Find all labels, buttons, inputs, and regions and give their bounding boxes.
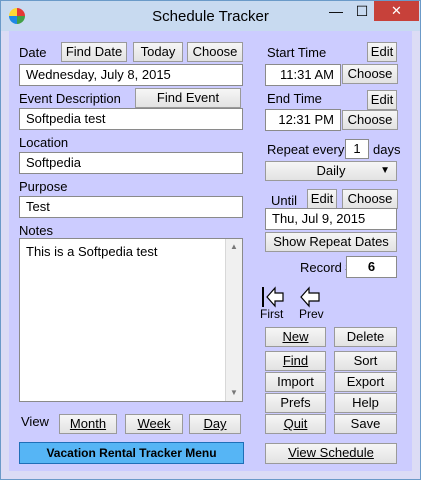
scroll-down-icon[interactable]: ▼ xyxy=(226,385,242,401)
end-time-field[interactable]: 12:31 PM xyxy=(265,109,341,131)
record-number-label: Record # xyxy=(300,260,353,275)
end-time-choose-button[interactable]: Choose xyxy=(342,110,398,130)
until-choose-button[interactable]: Choose xyxy=(342,189,398,209)
location-field[interactable]: Softpedia xyxy=(19,152,243,174)
repeat-unit-label: days xyxy=(373,142,401,157)
chevron-down-icon: ▼ xyxy=(380,165,390,176)
first-label: First xyxy=(260,307,284,321)
minimize-button[interactable]: — xyxy=(323,1,349,21)
close-button[interactable]: ✕ xyxy=(374,1,419,21)
event-description-field[interactable]: Softpedia test xyxy=(19,108,243,130)
start-time-choose-button[interactable]: Choose xyxy=(342,64,398,84)
first-arrow-icon xyxy=(262,286,284,308)
today-button[interactable]: Today xyxy=(133,42,183,62)
record-number-field: 6 xyxy=(346,256,397,278)
purpose-field[interactable]: Test xyxy=(19,196,243,218)
show-repeat-dates-button[interactable]: Show Repeat Dates xyxy=(265,232,397,252)
date-choose-button[interactable]: Choose xyxy=(187,42,243,62)
prev-record-button[interactable] xyxy=(299,285,321,309)
import-button[interactable]: Import xyxy=(265,372,326,392)
scroll-up-icon[interactable]: ▲ xyxy=(226,239,242,255)
find-event-button[interactable]: Find Event xyxy=(135,88,241,108)
sort-button[interactable]: Sort xyxy=(334,351,397,371)
new-button[interactable]: New xyxy=(265,327,326,347)
prev-arrow-icon xyxy=(300,286,320,308)
find-button[interactable]: Find xyxy=(265,351,326,371)
view-schedule-button[interactable]: View Schedule xyxy=(265,443,397,464)
prefs-button[interactable]: Prefs xyxy=(265,393,326,413)
repeat-frequency-select[interactable]: Daily ▼ xyxy=(265,161,397,181)
notes-scrollbar[interactable]: ▲ ▼ xyxy=(225,239,242,401)
repeat-every-label: Repeat every xyxy=(267,142,345,157)
event-description-label: Event Description xyxy=(19,91,121,106)
notes-text: This is a Softpedia test xyxy=(26,244,158,259)
until-edit-button[interactable]: Edit xyxy=(307,189,337,209)
repeat-frequency-value: Daily xyxy=(316,163,346,178)
find-date-button[interactable]: Find Date xyxy=(61,42,127,62)
location-label: Location xyxy=(19,135,69,150)
until-label: Until xyxy=(271,193,298,208)
view-label: View xyxy=(21,414,49,429)
end-time-label: End Time xyxy=(267,91,322,106)
vacation-rental-tracker-menu-button[interactable]: Vacation Rental Tracker Menu xyxy=(19,442,244,464)
start-time-label: Start Time xyxy=(267,45,327,60)
first-record-button[interactable] xyxy=(261,285,285,309)
date-label: Date xyxy=(19,45,47,60)
title-bar: Schedule Tracker — ☐ ✕ xyxy=(1,1,420,31)
quit-button[interactable]: Quit xyxy=(265,414,326,434)
prev-label: Prev xyxy=(299,307,324,321)
until-date-field[interactable]: Thu, Jul 9, 2015 xyxy=(265,208,397,230)
view-month-button[interactable]: Month xyxy=(59,414,117,434)
maximize-button[interactable]: ☐ xyxy=(349,1,375,21)
delete-button[interactable]: Delete xyxy=(334,327,397,347)
export-button[interactable]: Export xyxy=(334,372,397,392)
notes-label: Notes xyxy=(19,223,53,238)
start-time-edit-button[interactable]: Edit xyxy=(367,42,397,62)
notes-textarea[interactable]: This is a Softpedia test ▲ ▼ xyxy=(19,238,243,402)
repeat-count-field[interactable]: 1 xyxy=(345,139,369,159)
end-time-edit-button[interactable]: Edit xyxy=(367,90,397,110)
start-time-field[interactable]: 11:31 AM xyxy=(265,64,341,86)
view-week-button[interactable]: Week xyxy=(125,414,183,434)
purpose-label: Purpose xyxy=(19,179,68,194)
help-button[interactable]: Help xyxy=(334,393,397,413)
save-button[interactable]: Save xyxy=(334,414,397,434)
find-event-label: Find Event xyxy=(156,90,220,105)
app-window: Schedule Tracker — ☐ ✕ Date Find Date To… xyxy=(0,0,421,480)
view-day-button[interactable]: Day xyxy=(189,414,241,434)
main-panel: Date Find Date Today Choose Wednesday, J… xyxy=(9,31,412,471)
date-field[interactable]: Wednesday, July 8, 2015 xyxy=(19,64,243,86)
